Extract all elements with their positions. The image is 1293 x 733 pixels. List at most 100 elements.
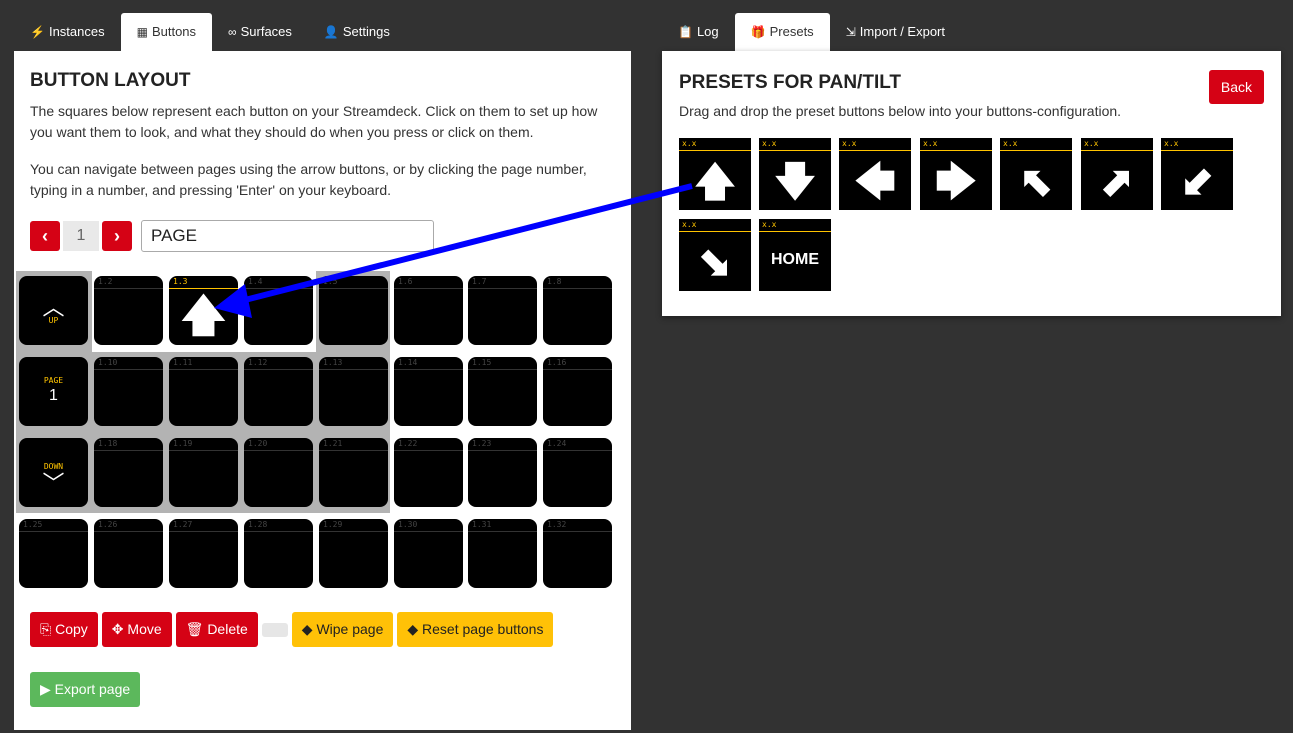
grid-button[interactable]: 1.27	[169, 519, 238, 588]
wipe-page-button[interactable]: ◆ Wipe page	[291, 612, 394, 647]
preset-label: x.x	[682, 139, 697, 148]
grid-button[interactable]: 1.16	[543, 357, 612, 426]
preset-button[interactable]: x.x ⬋	[1161, 138, 1233, 210]
calendar-grid-icon: ▦	[136, 25, 148, 39]
grid-button[interactable]: 1.28	[244, 519, 313, 588]
preset-text: HOME	[771, 251, 819, 268]
move-button[interactable]: ✥ Move	[101, 612, 172, 647]
button-header-line	[19, 531, 88, 532]
button-id-label: 1.18	[98, 439, 118, 448]
button-header-line	[94, 369, 163, 370]
preset-button[interactable]: x.x ⬉	[1000, 138, 1072, 210]
back-button[interactable]: Back	[1208, 70, 1264, 104]
grid-button[interactable]: 1.23	[468, 438, 537, 507]
tab-surfaces[interactable]: ∞ Surfaces	[212, 13, 308, 51]
button-header-line	[394, 450, 463, 451]
page-up-button[interactable]: ︿ UP	[19, 276, 88, 345]
button-layout-panel: BUTTON LAYOUT The squares below represen…	[14, 51, 631, 730]
button-id-label: 1.12	[248, 358, 268, 367]
grid-button[interactable]: 1.18	[94, 438, 163, 507]
delete-button[interactable]: 🗑 Delete	[175, 612, 258, 647]
export-page-button[interactable]: ▶ Export page	[30, 672, 141, 707]
layout-description: The squares below represent each button …	[30, 103, 598, 140]
grid-button[interactable]: 1.4	[244, 276, 313, 345]
arrow-up-right-icon: ⬈	[1100, 160, 1134, 204]
button-id-label: 1.8	[547, 277, 562, 286]
grid-button[interactable]: 1.6	[394, 276, 463, 345]
grid-button[interactable]: 1.14	[394, 357, 463, 426]
tab-settings[interactable]: 👤 Settings	[308, 13, 406, 51]
button-grid: ︿ UP PAGE 1 DOWN ﹀ 1.2 1.3 🡅 1.4 1.5 1.6 1.7 1.…	[14, 271, 614, 591]
grid-button[interactable]: 1.3 🡅	[169, 276, 238, 345]
eraser-icon: ◆	[301, 621, 317, 637]
preset-button[interactable]: x.x 🡅	[679, 138, 751, 210]
page-value: 1	[49, 387, 58, 404]
tab-log[interactable]: 📋 Log	[662, 13, 735, 51]
presets-description: Drag and drop the preset buttons below i…	[679, 103, 1122, 119]
grid-button[interactable]: 1.8	[543, 276, 612, 345]
grid-button[interactable]: 1.26	[94, 519, 163, 588]
preset-button[interactable]: x.x ⬈	[1081, 138, 1153, 210]
tab-import-export[interactable]: ⇲ Import / Export	[830, 13, 961, 51]
copy-button[interactable]: ⎘ Copy	[30, 612, 98, 647]
grid-button[interactable]: 1.2	[94, 276, 163, 345]
button-id-label: 1.26	[98, 520, 118, 529]
trash-icon: 🗑	[185, 621, 208, 637]
next-page-button[interactable]: ›	[102, 221, 132, 251]
button-header-line	[468, 369, 537, 370]
grid-button[interactable]: 1.29	[319, 519, 388, 588]
grid-button[interactable]: 1.25	[19, 519, 88, 588]
eraser-icon: ◆	[407, 621, 423, 637]
grid-button[interactable]: 1.22	[394, 438, 463, 507]
tab-label: Buttons	[151, 24, 197, 39]
previous-page-button[interactable]: ‹	[30, 221, 60, 251]
button-header-line	[244, 288, 313, 289]
grid-button[interactable]: 1.10	[94, 357, 163, 426]
grid-button[interactable]: 1.12	[244, 357, 313, 426]
preset-button[interactable]: x.x 🡆	[920, 138, 992, 210]
button-id-label: 1.7	[472, 277, 487, 286]
up-label: UP	[48, 316, 59, 325]
grid-button[interactable]: 1.24	[543, 438, 612, 507]
tab-presets[interactable]: 🎁 Presets	[734, 13, 830, 51]
button-id-label: 1.24	[547, 439, 567, 448]
move-icon: ✥	[111, 621, 128, 637]
button-id-label: 1.23	[472, 439, 492, 448]
button-id-label: 1.5	[323, 277, 338, 286]
preset-button[interactable]: x.x 🡇	[759, 138, 831, 210]
button-header-line	[394, 369, 463, 370]
page-down-button[interactable]: DOWN ﹀	[19, 438, 88, 507]
grid-button[interactable]: 1.20	[244, 438, 313, 507]
copy-icon: ⎘	[40, 621, 56, 637]
presets-panel: PRESETS FOR PAN/TILT Drag and drop the p…	[662, 51, 1281, 316]
preset-button[interactable]: x.x ⬊	[679, 219, 751, 291]
page-indicator-button[interactable]: PAGE 1	[19, 357, 88, 426]
page-name-input[interactable]	[141, 220, 434, 252]
grid-button[interactable]: 1.31	[468, 519, 537, 588]
grid-button[interactable]: 1.5	[319, 276, 388, 345]
grid-button[interactable]: 1.32	[543, 519, 612, 588]
grid-button[interactable]: 1.30	[394, 519, 463, 588]
preset-header-line	[1161, 150, 1233, 151]
reset-page-buttons-button[interactable]: ◆ Reset page buttons	[397, 612, 554, 647]
grid-button[interactable]: 1.7	[468, 276, 537, 345]
tab-buttons[interactable]: ▦ Buttons	[120, 13, 213, 51]
preset-button[interactable]: x.x HOME	[759, 219, 831, 291]
tab-instances[interactable]: ⚡ Instances	[14, 13, 121, 51]
button-id-label: 1.11	[173, 358, 193, 367]
button-header-line	[244, 369, 313, 370]
page-number-field[interactable]: 1	[63, 221, 99, 251]
grid-button[interactable]: 1.21	[319, 438, 388, 507]
grid-button[interactable]: 1.13	[319, 357, 388, 426]
button-header-line	[94, 288, 163, 289]
button-id-label: 1.19	[173, 439, 193, 448]
arrow-up-icon: 🡅	[694, 160, 736, 204]
grid-button[interactable]: 1.15	[468, 357, 537, 426]
wipe-label: Wipe page	[316, 621, 384, 637]
preset-header-line	[679, 231, 751, 232]
reset-label: Reset page buttons	[422, 621, 544, 637]
grid-button[interactable]: 1.19	[169, 438, 238, 507]
page-label: PAGE	[43, 376, 64, 385]
grid-button[interactable]: 1.11	[169, 357, 238, 426]
preset-button[interactable]: x.x 🡄	[839, 138, 911, 210]
